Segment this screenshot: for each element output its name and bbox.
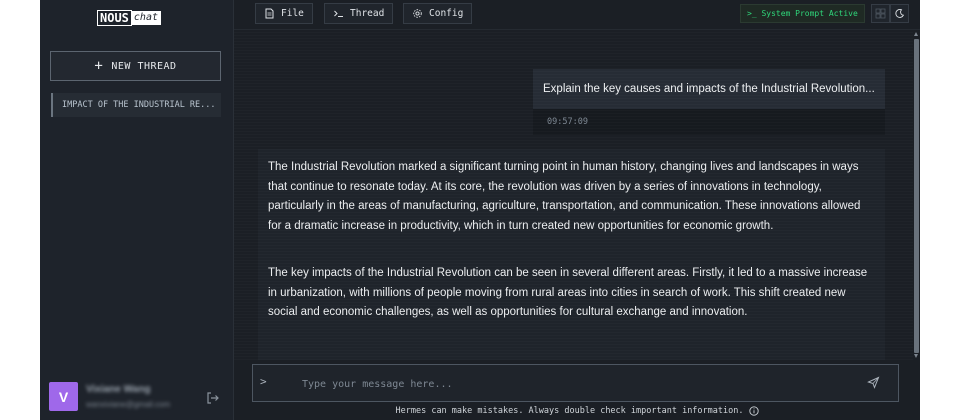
thread-menu-button[interactable]: Thread [324,3,394,24]
terminal-icon [334,10,343,17]
footer-disclaimer: Hermes can make mistakes. Always double … [234,406,920,416]
conversation-pane: Explain the key causes and impacts of th… [234,30,914,360]
assistant-paragraph: The key impacts of the Industrial Revolu… [268,266,868,319]
scrollbar[interactable] [913,30,920,360]
layout-toggle-button[interactable] [871,4,890,23]
logo-nous: NOUS [97,9,132,26]
new-thread-button[interactable]: + NEW THREAD [50,51,221,81]
prompt-chevron: > [260,375,267,388]
sidebar: NOUS chat + NEW THREAD IMPACT OF THE IND… [40,0,234,420]
sidebar-thread-item[interactable]: IMPACT OF THE INDUSTRIAL RE... [51,93,221,117]
system-prompt-badge[interactable]: >_ System Prompt Active [740,4,865,23]
user-profile: V Vixiane Wang wanxiviane@gmail.com [40,374,233,420]
user-name: Vixiane Wang [86,384,151,395]
scroll-up-arrow[interactable] [914,32,918,36]
new-thread-label: NEW THREAD [111,60,177,72]
moon-icon [895,8,905,18]
logo-chat: chat [130,10,161,25]
scroll-down-arrow[interactable] [914,354,918,358]
logout-icon[interactable] [206,391,220,405]
plus-icon: + [94,58,104,74]
app-window: NOUS chat + NEW THREAD IMPACT OF THE IND… [40,0,920,420]
avatar[interactable]: V [49,382,78,411]
config-menu-label: Config [429,8,464,19]
user-email: wanxiviane@gmail.com [86,400,171,409]
scrollbar-thumb[interactable] [914,39,919,353]
file-icon [265,8,274,19]
file-menu-button[interactable]: File [255,3,313,24]
thread-menu-label: Thread [350,8,385,19]
file-menu-label: File [281,8,304,19]
gear-icon [413,9,422,18]
theme-toggle-button[interactable] [890,4,909,23]
footer-disclaimer-text: Hermes can make mistakes. Always double … [395,406,744,416]
logo: NOUS chat [97,9,161,26]
top-bar: File Thread Config >_ System Prompt Acti… [234,0,920,30]
message-input[interactable] [300,374,844,394]
assistant-message: The Industrial Revolution marked a signi… [258,149,885,360]
user-message-timestamp: 09:57:09 [533,109,885,135]
send-icon[interactable] [867,376,880,389]
config-menu-button[interactable]: Config [403,3,473,24]
grid-icon [875,8,886,19]
assistant-paragraph: The Industrial Revolution marked a signi… [268,161,861,233]
user-message: Explain the key causes and impacts of th… [533,69,885,109]
message-composer: > [252,364,899,402]
info-icon [748,406,759,416]
